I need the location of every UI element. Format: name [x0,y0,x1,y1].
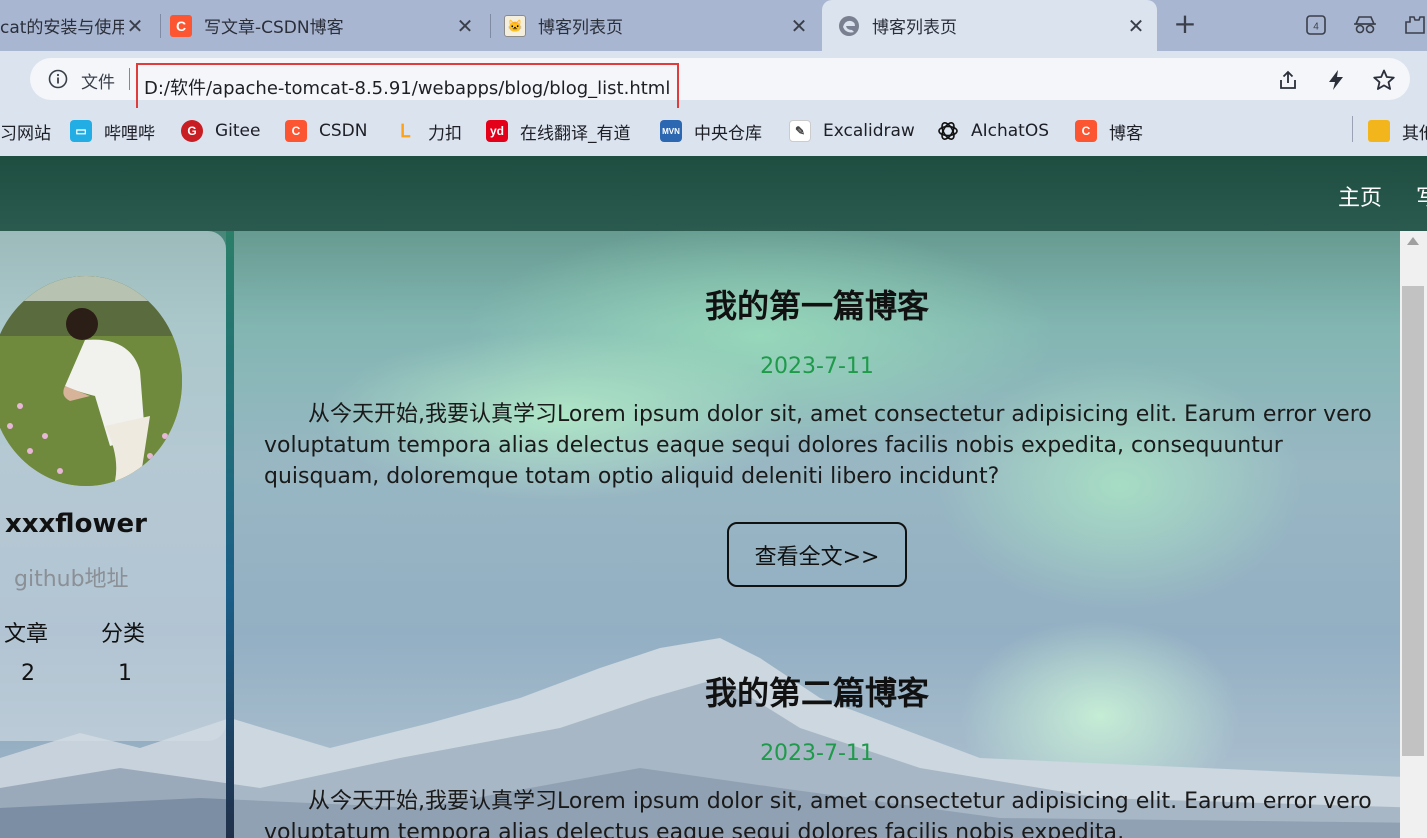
bookmark-label: 其他 [1402,123,1427,144]
bookmark-label: 习网站 [0,123,51,144]
post-title[interactable]: 我的第二篇博客 [234,668,1400,714]
url-text: D:/软件/apache-tomcat-8.5.91/webapps/blog/… [144,78,671,99]
csdn-icon: C [170,14,192,37]
tab-count-button[interactable]: 4 [1304,13,1328,37]
excalidraw-icon: ✎ [789,120,811,142]
folder-icon [1368,120,1390,142]
read-more-button[interactable]: 查看全文>> [727,522,907,587]
post-summary: 从今天开始,我要认真学习Lorem ipsum dolor sit, amet … [264,402,1372,489]
gitee-icon: G [181,120,203,142]
close-icon[interactable]: ✕ [1125,14,1147,38]
tab-title: 博客列表页 [538,18,623,38]
bookmark-label: 博客 [1109,123,1143,144]
tab-count: 4 [1313,22,1319,33]
maven-icon: MVN [660,120,682,142]
blog-list: 我的第一篇博客 2023-7-11 从今天开始,我要认真学习Lorem ipsu… [234,231,1400,838]
bookmark-label: Gitee [215,121,261,141]
close-icon[interactable]: ✕ [124,14,146,38]
tab-tomcat-install[interactable]: cat的安装与使用 ✕ [0,0,152,51]
file-label: 文件 [81,73,115,93]
openai-icon [937,120,959,142]
bookmark-youdao[interactable]: yd 在线翻译_有道 [486,118,631,144]
profile-username: xxxflower [5,509,147,539]
tab-csdn-write[interactable]: C 写文章-CSDN博客 ✕ [170,0,482,51]
bookmark-blog[interactable]: C 博客 [1075,118,1143,144]
column-divider [226,231,234,838]
nav-home-link[interactable]: 主页 [1338,180,1382,212]
github-link[interactable]: github地址 [14,561,129,593]
articles-count: 2 [21,661,35,686]
incognito-icon[interactable] [1353,13,1377,37]
new-tab-button[interactable]: + [1170,10,1200,40]
bookmark-label: 力扣 [428,123,462,144]
csdn-icon: C [1075,120,1097,142]
scroll-up-arrow[interactable] [1407,237,1419,245]
bookmark-gitee[interactable]: G Gitee [181,118,260,144]
youdao-icon: yd [486,120,508,142]
tab-divider [490,14,491,38]
tab-blog-list-active[interactable]: 博客列表页 ✕ [822,0,1157,51]
post-title[interactable]: 我的第一篇博客 [234,281,1400,327]
close-icon[interactable]: ✕ [454,14,476,38]
bookmark-leetcode[interactable]: ᒪ 力扣 [394,118,462,144]
post-date: 2023-7-11 [760,741,874,766]
articles-label: 文章 [4,622,49,647]
bookmark-excalidraw[interactable]: ✎ Excalidraw [789,118,915,144]
tab-strip: cat的安装与使用 ✕ C 写文章-CSDN博客 ✕ 🐱 博客列表页 ✕ 博客列… [0,0,1427,51]
omnibox-divider [129,68,130,90]
url-input[interactable]: D:/软件/apache-tomcat-8.5.91/webapps/blog/… [136,63,679,111]
tab-blog-list-1[interactable]: 🐱 博客列表页 ✕ [504,0,816,51]
post-date: 2023-7-11 [760,354,874,379]
star-icon[interactable] [1371,67,1397,93]
bookmark-label: Excalidraw [823,121,915,141]
bookmarks-divider [1352,116,1353,142]
bookmark-aichatos[interactable]: AIchatOS [937,118,1049,144]
bookmark-other-folder[interactable]: 其他 [1368,118,1427,144]
csdn-icon: C [285,120,307,142]
lightning-icon[interactable] [1323,67,1349,93]
blog-page: 主页 写 xxxflower github地址 文章 分类 2 1 我的第一篇博… [0,156,1427,838]
scroll-thumb[interactable] [1402,286,1424,756]
nav-write-link[interactable]: 写 [1416,180,1427,212]
bookmark-csdn[interactable]: C CSDN [285,118,367,144]
tab-title: 博客列表页 [872,18,957,38]
categories-label: 分类 [101,622,146,647]
top-nav: 主页 写 [0,156,1427,231]
close-icon[interactable]: ✕ [788,14,810,38]
address-bar[interactable]: 文件 D:/软件/apache-tomcat-8.5.91/webapps/bl… [30,58,1410,111]
info-icon[interactable] [48,69,68,89]
categories-count: 1 [118,661,132,686]
bookmark-label: AIchatOS [971,121,1050,141]
bookmark-label: 在线翻译_有道 [520,123,631,144]
bookmark-label: 哔哩哔 [104,123,155,144]
edge-icon [838,15,860,37]
tab-title: 写文章-CSDN博客 [204,18,344,38]
share-icon[interactable] [1275,67,1301,93]
tomcat-icon: 🐱 [504,14,526,37]
tab-title: cat的安装与使用 [0,18,124,38]
bookmark-bilibili[interactable]: ▭ 哔哩哔 [70,118,155,144]
bookmark-study-site[interactable]: 习网站 [0,118,51,144]
toolbar: 文件 D:/软件/apache-tomcat-8.5.91/webapps/bl… [0,51,1427,111]
page-scrollbar[interactable] [1400,231,1427,838]
post-summary: 从今天开始,我要认真学习Lorem ipsum dolor sit, amet … [264,789,1372,838]
bookmark-label: CSDN [319,121,368,141]
bookmarks-bar: 习网站 ▭ 哔哩哔 G Gitee C CSDN ᒪ 力扣 yd 在线翻译_有道… [0,108,1427,156]
bilibili-icon: ▭ [70,120,92,142]
bookmark-label: 中央仓库 [694,123,762,144]
tab-divider [160,14,161,38]
bookmark-maven-central[interactable]: MVN 中央仓库 [660,118,762,144]
leetcode-icon: ᒪ [399,120,411,141]
extensions-icon[interactable] [1403,13,1427,37]
